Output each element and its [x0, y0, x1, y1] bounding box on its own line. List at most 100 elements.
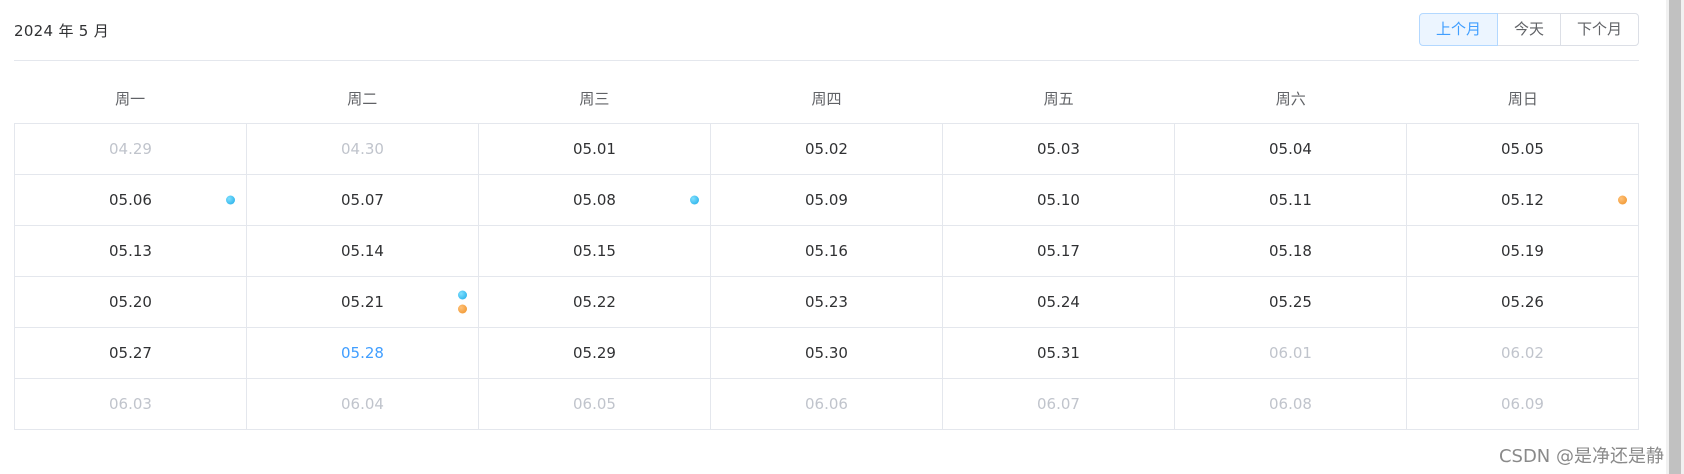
calendar-day-cell[interactable]: 04.30	[247, 124, 479, 175]
day-date-label: 05.04	[1269, 140, 1312, 158]
calendar-day-cell[interactable]: 06.05	[479, 379, 711, 430]
calendar-day-cell[interactable]: 05.12	[1407, 175, 1639, 226]
day-date-label: 06.03	[109, 395, 152, 413]
day-date-label: 05.08	[573, 191, 616, 209]
calendar-day-cell[interactable]: 06.06	[711, 379, 943, 430]
calendar-week-row: 05.13 05.14 05.15 05.16 05.17 05.18 05.19	[15, 226, 1639, 277]
calendar-day-cell[interactable]: 05.27	[15, 328, 247, 379]
next-month-button[interactable]: 下个月	[1559, 13, 1639, 46]
day-date-label: 05.01	[573, 140, 616, 158]
calendar-week-row: 05.06 05.07 05.08 05.09 05.10 05.11 05.12	[15, 175, 1639, 226]
day-date-label: 05.21	[341, 293, 384, 311]
calendar-day-cell[interactable]: 05.07	[247, 175, 479, 226]
calendar-day-cell[interactable]: 05.05	[1407, 124, 1639, 175]
calendar-day-cell[interactable]: 05.16	[711, 226, 943, 277]
day-date-label: 05.02	[805, 140, 848, 158]
weekday-label-sat: 周六	[1275, 90, 1306, 108]
calendar-day-cell[interactable]: 06.02	[1407, 328, 1639, 379]
day-date-label: 05.24	[1037, 293, 1080, 311]
weekday-header-row: 周一 周二 周三 周四 周五 周六 周日	[14, 61, 1639, 123]
today-button[interactable]: 今天	[1496, 13, 1561, 46]
calendar-day-cell[interactable]: 05.18	[1175, 226, 1407, 277]
calendar-day-cell[interactable]: 06.04	[247, 379, 479, 430]
calendar-day-cell[interactable]: 05.13	[15, 226, 247, 277]
calendar-day-cell[interactable]: 05.30	[711, 328, 943, 379]
day-date-label: 05.06	[109, 191, 152, 209]
event-markers	[458, 290, 467, 314]
calendar-day-cell-today[interactable]: 05.28	[247, 328, 479, 379]
weekday-label-thu: 周四	[811, 90, 842, 108]
calendar: 2024 年 5 月 上个月 今天 下个月 周一 周二 周三 周四 周五 周六 …	[14, 0, 1639, 430]
calendar-day-cell[interactable]: 05.17	[943, 226, 1175, 277]
calendar-day-cell[interactable]: 05.21	[247, 277, 479, 328]
day-date-label: 05.14	[341, 242, 384, 260]
calendar-day-cell[interactable]: 05.22	[479, 277, 711, 328]
calendar-day-cell[interactable]: 06.03	[15, 379, 247, 430]
calendar-day-cell[interactable]: 05.09	[711, 175, 943, 226]
calendar-day-cell[interactable]: 06.09	[1407, 379, 1639, 430]
calendar-week-row: 06.03 06.04 06.05 06.06 06.07 06.08 06.09	[15, 379, 1639, 430]
prev-month-button[interactable]: 上个月	[1418, 13, 1498, 46]
weekday-label-wed: 周三	[579, 90, 610, 108]
calendar-day-cell[interactable]: 05.31	[943, 328, 1175, 379]
event-markers	[1618, 195, 1627, 205]
calendar-day-cell[interactable]: 05.26	[1407, 277, 1639, 328]
day-date-label: 05.25	[1269, 293, 1312, 311]
day-date-label: 06.04	[341, 395, 384, 413]
weekday-label-tue: 周二	[347, 90, 378, 108]
day-date-label: 05.09	[805, 191, 848, 209]
day-date-label: 05.15	[573, 242, 616, 260]
calendar-week-row: 05.27 05.28 05.29 05.30 05.31 06.01 06.02	[15, 328, 1639, 379]
day-date-label: 05.13	[109, 242, 152, 260]
day-date-label: 06.01	[1269, 344, 1312, 362]
weekday-label-mon: 周一	[115, 90, 146, 108]
calendar-week-row: 04.29 04.30 05.01 05.02 05.03 05.04 05.05	[15, 124, 1639, 175]
calendar-day-cell[interactable]: 05.15	[479, 226, 711, 277]
calendar-day-cell[interactable]: 05.23	[711, 277, 943, 328]
calendar-header: 2024 年 5 月 上个月 今天 下个月	[14, 0, 1639, 61]
calendar-day-cell[interactable]: 05.14	[247, 226, 479, 277]
day-date-label: 05.03	[1037, 140, 1080, 158]
calendar-day-cell[interactable]: 05.08	[479, 175, 711, 226]
event-markers	[690, 195, 699, 205]
orange-event-dot-icon	[1618, 195, 1627, 205]
calendar-day-cell[interactable]: 06.01	[1175, 328, 1407, 379]
calendar-day-cell[interactable]: 05.01	[479, 124, 711, 175]
day-date-label: 05.17	[1037, 242, 1080, 260]
vertical-scrollbar[interactable]	[1666, 0, 1684, 474]
blue-event-dot-icon	[226, 195, 235, 205]
blue-event-dot-icon	[458, 290, 467, 300]
calendar-day-cell[interactable]: 05.20	[15, 277, 247, 328]
calendar-day-cell[interactable]: 05.11	[1175, 175, 1407, 226]
weekday-label-fri: 周五	[1043, 90, 1074, 108]
calendar-day-cell[interactable]: 05.10	[943, 175, 1175, 226]
calendar-day-cell[interactable]: 05.19	[1407, 226, 1639, 277]
calendar-day-cell[interactable]: 05.29	[479, 328, 711, 379]
calendar-day-cell[interactable]: 05.06	[15, 175, 247, 226]
month-nav-button-group: 上个月 今天 下个月	[1418, 13, 1639, 46]
weekday-label-sun: 周日	[1507, 90, 1538, 108]
calendar-day-cell[interactable]: 06.07	[943, 379, 1175, 430]
day-date-label: 06.08	[1269, 395, 1312, 413]
calendar-day-cell[interactable]: 06.08	[1175, 379, 1407, 430]
calendar-page: 2024 年 5 月 上个月 今天 下个月 周一 周二 周三 周四 周五 周六 …	[0, 0, 1684, 474]
calendar-day-cell[interactable]: 05.24	[943, 277, 1175, 328]
day-date-label: 05.22	[573, 293, 616, 311]
day-date-label: 06.02	[1501, 344, 1544, 362]
scrollbar-thumb[interactable]	[1669, 0, 1681, 474]
day-date-label: 05.16	[805, 242, 848, 260]
calendar-grid: 04.29 04.30 05.01 05.02 05.03 05.04 05.05 05.06…	[14, 123, 1639, 430]
day-date-label: 05.31	[1037, 344, 1080, 362]
calendar-day-cell[interactable]: 05.25	[1175, 277, 1407, 328]
day-date-label: 05.19	[1501, 242, 1544, 260]
calendar-day-cell[interactable]: 05.02	[711, 124, 943, 175]
calendar-day-cell[interactable]: 05.03	[943, 124, 1175, 175]
calendar-week-row: 05.20 05.21 05.22 05.23 05.24 05.25 05.26	[15, 277, 1639, 328]
event-markers	[226, 195, 235, 205]
calendar-day-cell[interactable]: 04.29	[15, 124, 247, 175]
day-date-label: 06.05	[573, 395, 616, 413]
day-date-label: 04.30	[341, 140, 384, 158]
day-date-label: 05.10	[1037, 191, 1080, 209]
calendar-day-cell[interactable]: 05.04	[1175, 124, 1407, 175]
day-date-label: 05.11	[1269, 191, 1312, 209]
